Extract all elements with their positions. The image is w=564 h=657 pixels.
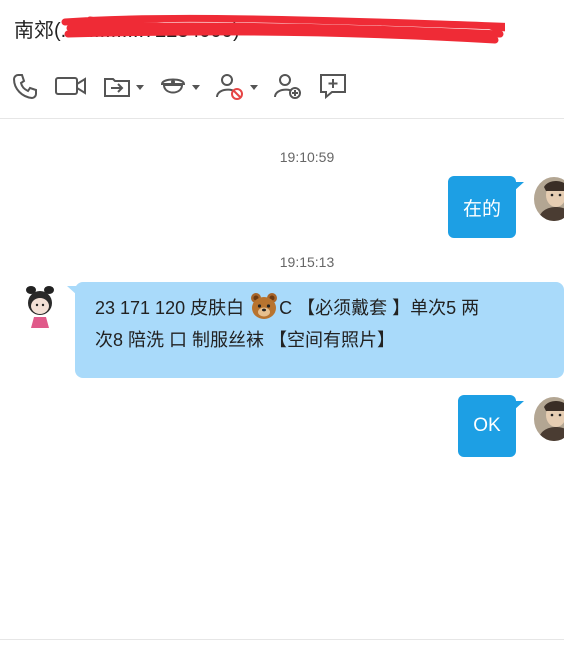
message-bubble-outgoing[interactable]: 在的 [448, 176, 524, 238]
self-avatar-image [534, 397, 564, 441]
add-friend-icon [274, 74, 301, 99]
message-text: C 【必须戴套 】单次5 两 [279, 298, 480, 318]
block-user-button[interactable] [214, 66, 258, 106]
video-call-button[interactable] [54, 66, 88, 106]
contact-avatar-image [20, 284, 60, 328]
self-avatar[interactable] [534, 397, 564, 441]
chat-header: 南郊(...............72234999) [0, 0, 564, 119]
phone-button[interactable] [10, 66, 40, 106]
chat-toolbar [10, 66, 362, 106]
add-friend-button[interactable] [272, 66, 304, 106]
message-timestamp: 19:15:13 [279, 254, 335, 270]
chevron-down-icon [136, 84, 144, 90]
remote-assist-button[interactable] [158, 66, 200, 106]
message-list[interactable]: 19:10:59 在的 19:15:13 23 171 120 皮肤白 C 【必… [0, 119, 564, 639]
block-user-icon [216, 74, 243, 100]
message-text: 在的 [462, 198, 501, 220]
chevron-down-icon [192, 84, 200, 90]
self-avatar[interactable] [534, 177, 564, 221]
contact-avatar[interactable] [20, 284, 60, 328]
message-text: 23 171 120 皮肤白 [95, 298, 250, 318]
chevron-down-icon [250, 84, 258, 90]
input-toolbar [0, 639, 564, 657]
message-bubble-incoming[interactable]: 23 171 120 皮肤白 C 【必须戴套 】单次5 两 次8 陪洗 口 制服… [67, 282, 564, 378]
remote-assist-icon [160, 78, 186, 94]
bubble-tail [67, 286, 77, 295]
bear-emoji-icon [251, 293, 278, 320]
contact-name-prefix: 南郊 [14, 20, 54, 42]
new-message-button[interactable] [318, 66, 348, 106]
message-timestamp: 19:10:59 [279, 149, 335, 165]
message-line: 23 171 120 皮肤白 C 【必须戴套 】单次5 两 [95, 292, 544, 324]
bubble-tail [514, 401, 524, 410]
new-message-icon [320, 74, 346, 100]
bubble-tail [514, 182, 524, 191]
redaction-scribble [61, 14, 505, 44]
video-call-icon [55, 77, 86, 95]
self-avatar-image [534, 177, 564, 221]
file-transfer-button[interactable] [102, 66, 144, 106]
message-text: OK [473, 415, 501, 436]
phone-icon [12, 74, 37, 100]
message-bubble-outgoing[interactable]: OK [458, 395, 524, 457]
message-line: 次8 陪洗 口 制服丝袜 【空间有照片】 [95, 330, 396, 351]
file-transfer-icon [104, 78, 130, 97]
